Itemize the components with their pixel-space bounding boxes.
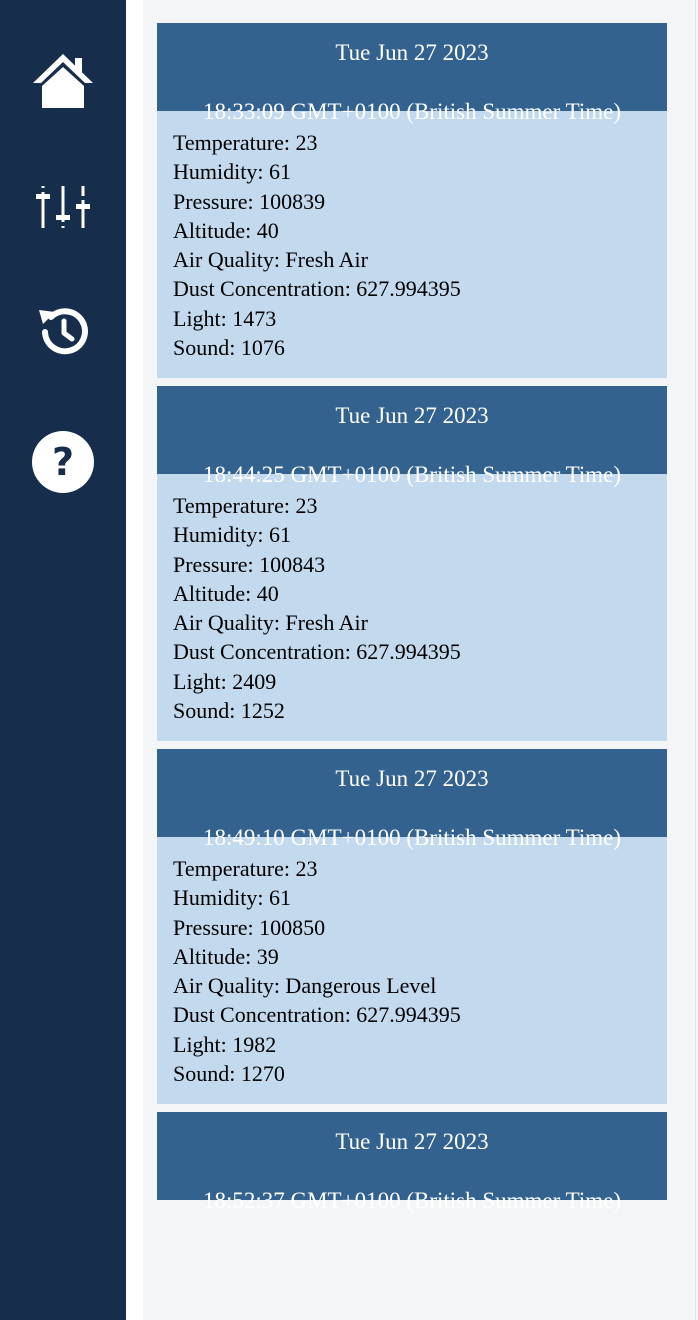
sliders-icon <box>36 186 90 228</box>
reading-card: Tue Jun 27 2023 18:33:09 GMT+0100 (Briti… <box>157 23 667 378</box>
sound-line: Sound: 1076 <box>173 335 285 361</box>
dust-concentration-line: Dust Concentration: 627.994395 <box>173 1002 461 1028</box>
reading-card: Tue Jun 27 2023 18:49:10 GMT+0100 (Briti… <box>157 749 667 1104</box>
dust-concentration-line: Dust Concentration: 627.994395 <box>173 639 461 665</box>
nav-settings-button[interactable] <box>23 164 103 244</box>
reading-header: Tue Jun 27 2023 18:52:37 GMT+0100 (Briti… <box>157 1112 667 1213</box>
reading-date: Tue Jun 27 2023 <box>335 403 489 428</box>
humidity-line: Humidity: 61 <box>173 885 291 911</box>
pressure-line: Pressure: 100839 <box>173 188 326 214</box>
pressure-line: Pressure: 100850 <box>173 914 326 940</box>
reading-card: Tue Jun 27 2023 18:52:37 GMT+0100 (Briti… <box>157 1112 667 1213</box>
air-quality-line: Air Quality: Fresh Air <box>173 247 368 273</box>
light-line: Light: 1982 <box>173 1031 277 1057</box>
altitude-line: Altitude: 40 <box>173 217 279 243</box>
reading-date: Tue Jun 27 2023 <box>335 1129 489 1154</box>
reading-time: 18:49:10 GMT+0100 (British Summer Time) <box>202 825 622 850</box>
reading-time: 18:33:09 GMT+0100 (British Summer Time) <box>202 99 622 124</box>
altitude-line: Altitude: 40 <box>173 580 279 606</box>
scrollbar-track[interactable] <box>695 0 696 1320</box>
sidebar: ? <box>0 0 126 1320</box>
readings-feed: Tue Jun 27 2023 18:33:09 GMT+0100 (Briti… <box>157 23 667 1213</box>
temperature-line: Temperature: 23 <box>173 856 318 881</box>
sound-line: Sound: 1252 <box>173 698 285 724</box>
altitude-line: Altitude: 39 <box>173 943 279 969</box>
temperature-line: Temperature: 23 <box>173 130 318 155</box>
pressure-line: Pressure: 100843 <box>173 551 326 577</box>
reading-header: Tue Jun 27 2023 18:49:10 GMT+0100 (Briti… <box>157 749 667 850</box>
reading-date: Tue Jun 27 2023 <box>335 766 489 791</box>
temperature-line: Temperature: 23 <box>173 493 318 518</box>
reading-header: Tue Jun 27 2023 18:33:09 GMT+0100 (Briti… <box>157 23 667 124</box>
humidity-line: Humidity: 61 <box>173 159 291 185</box>
reading-time: 18:52:37 GMT+0100 (British Summer Time) <box>202 1188 622 1213</box>
divider <box>126 0 143 1320</box>
svg-text:?: ? <box>52 440 74 484</box>
light-line: Light: 2409 <box>173 668 277 694</box>
light-line: Light: 1473 <box>173 305 277 331</box>
reading-header: Tue Jun 27 2023 18:44:25 GMT+0100 (Briti… <box>157 386 667 487</box>
reading-body: Temperature: 23 Humidity: 61 Pressure: 1… <box>157 474 667 741</box>
sound-line: Sound: 1270 <box>173 1061 285 1087</box>
help-icon: ? <box>32 431 94 493</box>
air-quality-line: Air Quality: Fresh Air <box>173 610 368 636</box>
home-icon <box>33 54 93 108</box>
nav-help-button[interactable]: ? <box>23 422 103 502</box>
reading-date: Tue Jun 27 2023 <box>335 40 489 65</box>
humidity-line: Humidity: 61 <box>173 522 291 548</box>
nav-home-button[interactable] <box>23 40 103 120</box>
reading-card: Tue Jun 27 2023 18:44:25 GMT+0100 (Briti… <box>157 386 667 741</box>
reading-time: 18:44:25 GMT+0100 (British Summer Time) <box>202 462 622 487</box>
readings-panel[interactable]: Tue Jun 27 2023 18:33:09 GMT+0100 (Briti… <box>143 0 698 1320</box>
nav-history-button[interactable] <box>23 292 103 372</box>
dust-concentration-line: Dust Concentration: 627.994395 <box>173 276 461 302</box>
reading-body: Temperature: 23 Humidity: 61 Pressure: 1… <box>157 837 667 1104</box>
reading-body: Temperature: 23 Humidity: 61 Pressure: 1… <box>157 111 667 378</box>
air-quality-line: Air Quality: Dangerous Level <box>173 973 437 999</box>
history-icon <box>39 308 88 355</box>
